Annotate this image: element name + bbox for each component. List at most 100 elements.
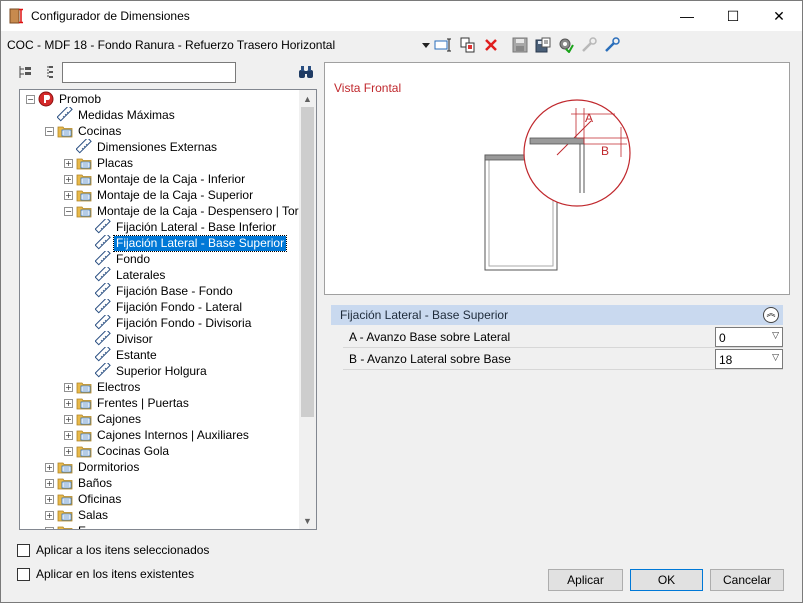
tree-item[interactable]: + Cajones Internos | Auxiliares — [64, 427, 251, 443]
settings-button[interactable] — [558, 36, 574, 54]
tree-item[interactable]: Fijación Base - Fondo — [83, 281, 235, 299]
collapse-icon[interactable]: ︽ — [763, 307, 779, 323]
scroll-thumb[interactable] — [301, 107, 314, 417]
tree-item-label: Estante — [116, 347, 157, 362]
expand-icon[interactable]: + — [45, 510, 54, 520]
tree-item[interactable]: Fondo — [83, 249, 152, 267]
expand-icon[interactable]: + — [64, 414, 73, 424]
tree-item-label: Dimensiones Externas — [97, 139, 218, 154]
tree-item-label: Montaje de la Caja - Superior — [97, 187, 254, 202]
ruler-icon — [94, 361, 111, 379]
tree-item[interactable]: Estante — [83, 345, 159, 363]
tree-item[interactable]: Dimensiones Externas — [64, 137, 219, 155]
category-tree[interactable]: − Promob Medidas Máximas − Cocinas Dimensione… — [19, 89, 317, 530]
tree-item-label: Oficinas — [78, 491, 122, 506]
scroll-up-arrow[interactable]: ▲ — [299, 90, 316, 107]
tree-item[interactable]: Medidas Máximas — [45, 105, 177, 123]
tool-disabled-button[interactable] — [581, 36, 597, 54]
expand-icon[interactable]: + — [64, 430, 73, 440]
chevron-down-icon: ▽ — [772, 353, 779, 363]
promob-logo-icon — [38, 91, 54, 107]
ruler-icon — [94, 297, 111, 315]
search-input[interactable] — [62, 62, 236, 83]
tree-item[interactable]: + E... — [45, 523, 98, 529]
checkbox-box[interactable] — [17, 567, 30, 581]
tree-item[interactable]: − Montaje de la Caja - Despensero | Torre… — [64, 203, 300, 219]
delete-button[interactable] — [483, 36, 499, 54]
tool-button[interactable] — [604, 36, 620, 54]
maximize-button[interactable]: ☐ — [710, 1, 756, 31]
tree-item[interactable]: − Cocinas — [45, 123, 123, 139]
tree-item[interactable]: Fijación Lateral - Base Inferior — [83, 217, 278, 235]
tree-item[interactable]: + Baños — [45, 475, 114, 491]
expand-icon[interactable]: + — [45, 478, 54, 488]
collapse-node-icon[interactable]: − — [26, 94, 35, 104]
tree-item[interactable]: + Cajones — [64, 411, 143, 427]
properties-header: Fijación Lateral - Base Superior ︽ — [331, 305, 783, 325]
tree-item[interactable]: + Frentes | Puertas — [64, 395, 191, 411]
apply-button[interactable]: Aplicar — [548, 569, 623, 591]
tool-icon — [605, 37, 620, 52]
tree-item[interactable]: Superior Holgura — [83, 361, 209, 379]
expand-icon[interactable]: + — [64, 382, 73, 392]
collapse-node-icon[interactable]: − — [45, 126, 54, 136]
tree-collapse-icon — [47, 65, 53, 78]
minimize-button[interactable]: — — [664, 1, 710, 31]
tree-item[interactable]: Fijación Lateral - Base Superior — [83, 233, 288, 252]
copy-button[interactable] — [460, 36, 476, 54]
expand-icon[interactable]: + — [64, 190, 73, 200]
model-toolbar: COC - MDF 18 - Fondo Ranura - Refuerzo T… — [1, 32, 802, 58]
expand-icon[interactable]: + — [45, 462, 54, 472]
expand-icon[interactable]: + — [64, 398, 73, 408]
binoculars-icon — [299, 66, 313, 78]
checkbox-box[interactable] — [17, 543, 30, 557]
tree-item-label: Fijación Fondo - Lateral — [116, 299, 243, 314]
window-title: Configurador de Dimensiones — [31, 9, 190, 23]
front-view-preview: Vista Frontal A B — [324, 62, 790, 295]
tree-item[interactable]: + Montaje de la Caja - Superior — [64, 187, 255, 203]
expand-icon[interactable]: + — [45, 526, 54, 529]
tree-item-label: Fijación Base - Fondo — [116, 283, 233, 298]
tree-item[interactable]: + Dormitorios — [45, 459, 141, 475]
ruler-icon — [94, 265, 111, 283]
folder-icon — [57, 507, 73, 523]
collapse-node-icon[interactable]: − — [64, 206, 73, 216]
apply-existing-checkbox[interactable]: Aplicar en los itens existentes — [17, 566, 194, 582]
tree-item[interactable]: + Montaje de la Caja - Inferior — [64, 171, 247, 187]
model-dropdown-button[interactable] — [421, 36, 431, 54]
expand-icon[interactable]: + — [45, 494, 54, 504]
tree-item-label: Cocinas Gola — [97, 443, 170, 458]
expand-icon[interactable]: + — [64, 158, 73, 168]
ok-button[interactable]: OK — [630, 569, 703, 591]
tree-item[interactable]: Fijación Fondo - Divisoria — [83, 313, 253, 331]
tree-item-label: Divisor — [116, 331, 153, 346]
property-value-a-select[interactable]: 0 ▽ — [715, 327, 783, 347]
apply-selected-checkbox[interactable]: Aplicar a los itens seleccionados — [17, 542, 209, 558]
save-button[interactable] — [512, 36, 528, 54]
cancel-button[interactable]: Cancelar — [710, 569, 784, 591]
tree-item[interactable]: + Cocinas Gola — [64, 443, 171, 459]
scroll-down-arrow[interactable]: ▼ — [299, 512, 316, 529]
close-button[interactable]: ✕ — [756, 1, 802, 31]
property-label-a: A - Avanzo Base sobre Lateral — [349, 330, 511, 344]
tree-item[interactable]: − Promob — [26, 91, 103, 107]
find-button[interactable] — [298, 64, 314, 80]
tree-item[interactable]: + Electros — [64, 379, 142, 395]
property-value-b-select[interactable]: 18 ▽ — [715, 349, 783, 369]
tree-scrollbar[interactable]: ▲ ▼ — [299, 90, 316, 529]
tree-item-label: Laterales — [116, 267, 166, 282]
tree-item[interactable]: Divisor — [83, 329, 155, 347]
tree-item[interactable]: + Oficinas — [45, 491, 123, 507]
rename-button[interactable] — [434, 36, 452, 54]
expand-icon[interactable]: + — [64, 446, 73, 456]
tree-item[interactable]: Fijación Fondo - Lateral — [83, 297, 244, 315]
tree-toolbar — [17, 63, 59, 83]
tree-item[interactable]: Laterales — [83, 265, 167, 283]
expand-tree-button[interactable] — [17, 64, 33, 83]
tree-item[interactable]: + Salas — [45, 507, 110, 523]
expand-icon[interactable]: + — [64, 174, 73, 184]
tree-item[interactable]: + Placas — [64, 155, 135, 171]
collapse-tree-button[interactable] — [43, 64, 59, 83]
folder-icon — [76, 427, 92, 443]
save-as-button[interactable] — [535, 36, 551, 54]
